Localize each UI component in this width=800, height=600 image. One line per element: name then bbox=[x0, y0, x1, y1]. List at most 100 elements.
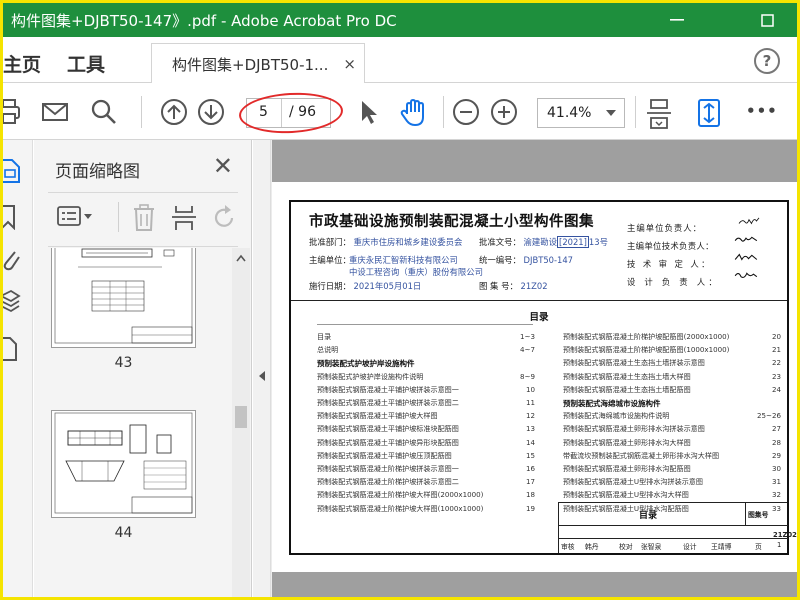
select-arrow-icon[interactable] bbox=[357, 98, 379, 126]
thumbnail-page[interactable] bbox=[51, 410, 196, 518]
zoom-out-icon[interactable] bbox=[452, 98, 480, 126]
toc-page-number: 23 bbox=[771, 371, 781, 381]
toc-entry: 预制装配式钢筋混凝土U型排水沟大样图 bbox=[563, 490, 689, 500]
toc-title: 目录 bbox=[529, 312, 549, 323]
nav-home[interactable]: 主页 bbox=[3, 50, 41, 77]
close-tab-button[interactable]: × bbox=[343, 55, 356, 73]
sign-role: 主编单位负责人： bbox=[627, 223, 702, 233]
atlas-no-label: 图 集 号： bbox=[479, 281, 518, 291]
title-block-atlas-label: 图集号 bbox=[748, 511, 769, 519]
editor-2: 中设工程咨询（重庆）股份有限公司 bbox=[349, 267, 483, 277]
title-block-title: 目录 bbox=[639, 511, 658, 521]
zoom-select[interactable]: 41.4% bbox=[537, 98, 625, 128]
more-tools-button[interactable]: ••• bbox=[746, 102, 778, 120]
maximize-button[interactable] bbox=[747, 6, 787, 34]
toc-page-number: 24 bbox=[771, 384, 781, 394]
signature-image bbox=[738, 217, 760, 225]
panel-title: 页面缩略图 bbox=[55, 162, 140, 182]
sign-role: 主编单位技术负责人： bbox=[627, 241, 714, 251]
title-block-line bbox=[559, 538, 788, 539]
atlas-no-row: 图 集 号： 21Z02 bbox=[479, 280, 548, 292]
thumbnail-options-button[interactable] bbox=[56, 204, 94, 234]
toc-page-number: 28 bbox=[771, 437, 781, 447]
approver-value: 重庆市住房和城乡建设委员会 bbox=[353, 237, 463, 247]
nav-tools[interactable]: 工具 bbox=[67, 50, 105, 77]
toc-page-number: 12 bbox=[525, 411, 535, 421]
page-gap-bottom bbox=[272, 572, 797, 597]
panel-collapse-strip[interactable] bbox=[253, 140, 271, 597]
collapse-panel-icon[interactable] bbox=[258, 370, 266, 382]
toolbar-separator bbox=[635, 96, 636, 128]
tab-row: 主页 工具 构件图集+DJBT50-1... × ? bbox=[3, 37, 797, 83]
signature-image bbox=[734, 272, 758, 278]
date-label: 施行日期： bbox=[309, 281, 351, 291]
page-down-icon[interactable] bbox=[197, 98, 225, 126]
zoom-value: 41.4% bbox=[547, 105, 592, 121]
help-button[interactable]: ? bbox=[754, 48, 780, 74]
toc-page-number: 25~26 bbox=[757, 411, 781, 421]
minimize-icon bbox=[670, 19, 684, 21]
toc-entry: 预制装配式钢筋混凝土平铺护坡异形块配筋图 bbox=[317, 437, 459, 447]
page-gap-top bbox=[272, 140, 797, 182]
pdf-page: 市政基础设施预制装配混凝土小型构件图集 批准部门： 重庆市住房和城乡建设委员会 … bbox=[272, 182, 797, 572]
document-view: 市政基础设施预制装配混凝土小型构件图集 批准部门： 重庆市住房和城乡建设委员会 … bbox=[253, 140, 797, 597]
insert-page-icon[interactable] bbox=[172, 204, 196, 232]
maximize-icon bbox=[760, 13, 774, 27]
toc-page-number: 31 bbox=[771, 477, 781, 487]
thumbnail-page-number: 43 bbox=[114, 355, 133, 371]
approval-no-b: [2021] bbox=[557, 236, 589, 248]
scrollbar-thumb[interactable] bbox=[235, 406, 247, 428]
toc-page-number: 15 bbox=[525, 450, 535, 460]
close-panel-button[interactable]: ✕ bbox=[213, 152, 233, 180]
toc-page-number: 16 bbox=[525, 464, 535, 473]
window-title: 构件图集+DJBT50-147》.pdf - Adobe Acrobat Pro… bbox=[11, 12, 397, 30]
toc-page-number: 13 bbox=[525, 424, 535, 434]
minimize-button[interactable] bbox=[657, 6, 697, 34]
page-up-icon[interactable] bbox=[160, 98, 188, 126]
sign-role: 技 术 审 定 人： bbox=[627, 259, 712, 269]
toc-entry: 预制装配式钢筋混凝土生态挡土墙配筋图 bbox=[563, 384, 691, 394]
date-value: 2021年05月01日 bbox=[353, 281, 422, 291]
title-block-role: 审核 bbox=[561, 543, 575, 551]
toc-page-number: 27 bbox=[771, 424, 781, 434]
toc-entry: 预制装配式钢筋混凝土卵形排水沟配筋图 bbox=[563, 464, 691, 473]
mail-icon[interactable] bbox=[41, 98, 69, 126]
toc-page-number: 19 bbox=[525, 503, 535, 513]
document-tab[interactable]: 构件图集+DJBT50-1... × bbox=[151, 43, 365, 83]
toc-entry: 预制装配式护坡护岸设施构件 bbox=[317, 359, 415, 369]
toc-entry: 带截流坎预制装配式钢筋混凝土卵形排水沟大样图 bbox=[563, 450, 720, 460]
hand-icon[interactable] bbox=[399, 98, 431, 128]
trash-icon[interactable] bbox=[132, 204, 156, 232]
chevron-up-icon[interactable] bbox=[236, 254, 246, 262]
document-title: 市政基础设施预制装配混凝土小型构件图集 bbox=[309, 214, 594, 230]
toc-page-number: 29 bbox=[771, 450, 781, 460]
toolbar-separator bbox=[141, 96, 142, 128]
toc-page-number: 20 bbox=[771, 332, 781, 341]
search-icon[interactable] bbox=[90, 98, 118, 126]
bookmark-icon[interactable] bbox=[3, 204, 19, 230]
thumbnail-scrollbar[interactable] bbox=[232, 248, 250, 597]
attachment-icon[interactable] bbox=[3, 246, 21, 272]
code-value: DJBT50-147 bbox=[523, 255, 573, 265]
thumbnail-page-number: 44 bbox=[114, 525, 133, 541]
toc-divider bbox=[317, 324, 533, 325]
fit-page-icon[interactable] bbox=[647, 98, 671, 130]
page-thumbnails-icon[interactable] bbox=[3, 158, 21, 184]
toc-entry: 预制装配式钢筋混凝土平铺护坡压顶配筋图 bbox=[317, 450, 452, 460]
document-properties-icon[interactable] bbox=[3, 336, 19, 362]
document-tab-label: 构件图集+DJBT50-1... bbox=[172, 56, 329, 74]
toc-entry: 预制装配式钢筋混凝土阶梯护坡配筋图(2000x1000) bbox=[563, 332, 730, 341]
toc-entry: 预制装配式钢筋混凝土平铺护坡标准块配筋图 bbox=[317, 424, 459, 434]
layers-icon[interactable] bbox=[3, 288, 21, 314]
print-icon[interactable] bbox=[3, 98, 21, 126]
toc-page-number: 18 bbox=[525, 490, 535, 500]
title-block: 目录 图集号 21Z02 审核 韩丹 校对 张智泉 设计 王靖博 页 1 bbox=[558, 502, 797, 553]
rotate-view-icon[interactable] bbox=[696, 98, 722, 128]
thumbnail-page[interactable] bbox=[51, 248, 196, 348]
toolbar: 5 / 96 41.4% ••• bbox=[3, 84, 797, 140]
toc-page-number: 14 bbox=[525, 437, 535, 447]
toc-entry: 预制装配式海绵城市设施构件说明 bbox=[563, 411, 670, 421]
toc-page-number: 11 bbox=[525, 398, 535, 407]
rotate-icon[interactable] bbox=[212, 204, 238, 232]
zoom-in-icon[interactable] bbox=[490, 98, 518, 126]
